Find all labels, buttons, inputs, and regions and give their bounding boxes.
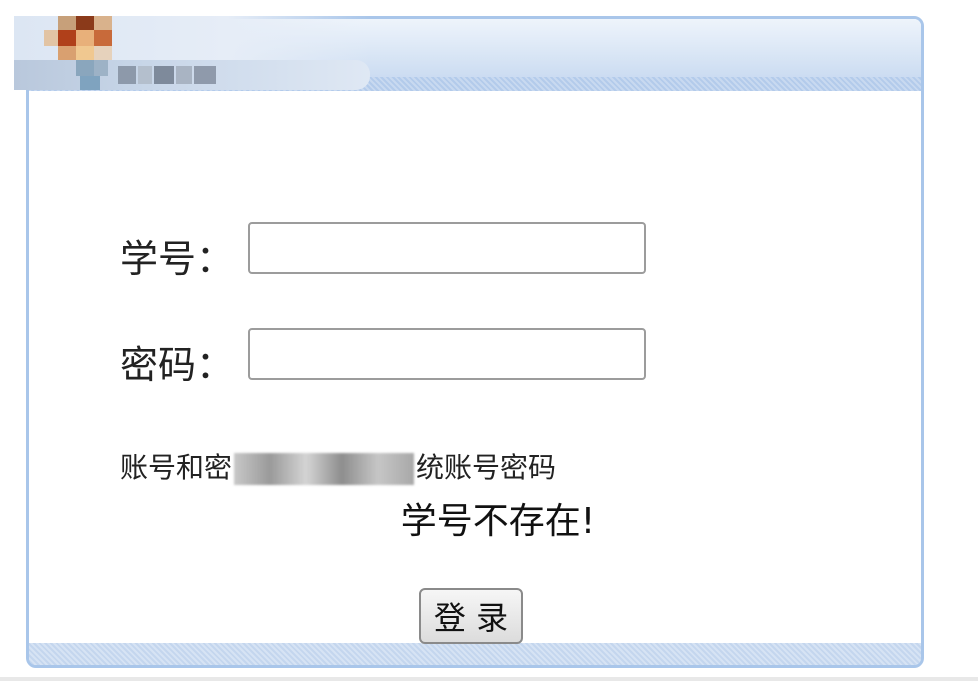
password-label: 密码：: [120, 343, 235, 387]
password-row: 密码：: [120, 328, 660, 387]
login-button[interactable]: 登 录: [419, 588, 523, 644]
hint-suffix: 统账号密码: [416, 451, 557, 484]
hint-redacted: [234, 453, 415, 485]
hint-prefix: 账号和密: [120, 451, 233, 484]
password-input[interactable]: [248, 328, 646, 380]
student-id-label: 学号：: [120, 237, 235, 281]
panel-footer: [29, 643, 921, 665]
error-message: 学号不存在!: [400, 501, 596, 542]
logo-text-blur: [118, 66, 136, 84]
student-id-row: 学号：: [120, 222, 660, 281]
login-hint: 账号和密 统账号密码: [120, 446, 556, 486]
bottom-divider: [0, 677, 978, 681]
school-logo: [14, 16, 370, 90]
student-id-input[interactable]: [248, 222, 646, 274]
